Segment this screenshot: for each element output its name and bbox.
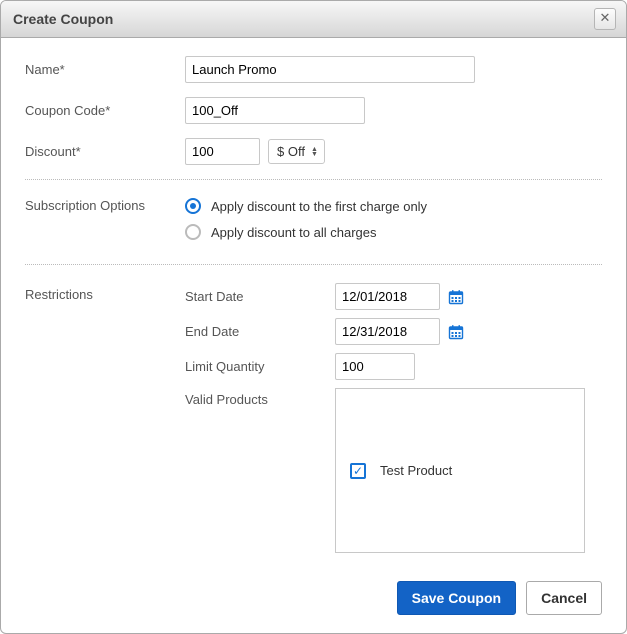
coupon-code-input[interactable] [185, 97, 365, 124]
discount-label: Discount* [25, 144, 185, 159]
apply-all-charges-label: Apply discount to all charges [211, 225, 376, 240]
valid-products-label: Valid Products [185, 388, 335, 407]
end-date-label: End Date [185, 324, 335, 339]
select-arrows-icon: ▲▼ [311, 147, 318, 157]
valid-products-list[interactable]: ✓ Test Product [335, 388, 585, 553]
apply-all-charges-radio[interactable] [185, 224, 201, 240]
name-label: Name* [25, 62, 185, 77]
limit-quantity-label: Limit Quantity [185, 359, 335, 374]
dialog-titlebar: Create Coupon ✕ [1, 1, 626, 38]
start-date-label: Start Date [185, 289, 335, 304]
apply-first-charge-label: Apply discount to the first charge only [211, 199, 427, 214]
list-item: ✓ Test Product [350, 463, 452, 479]
discount-input[interactable] [185, 138, 260, 165]
product-checkbox[interactable]: ✓ [350, 463, 366, 479]
calendar-icon[interactable] [448, 289, 464, 305]
save-coupon-button[interactable]: Save Coupon [397, 581, 516, 615]
create-coupon-dialog: Create Coupon ✕ Name* Coupon Code* Disco… [0, 0, 627, 634]
apply-first-charge-radio[interactable] [185, 198, 201, 214]
discount-type-value: $ Off [277, 144, 305, 159]
cancel-button[interactable]: Cancel [526, 581, 602, 615]
name-input[interactable] [185, 56, 475, 83]
divider [25, 264, 602, 265]
dialog-title: Create Coupon [13, 11, 594, 27]
calendar-icon[interactable] [448, 324, 464, 340]
start-date-input[interactable] [335, 283, 440, 310]
subscription-options-label: Subscription Options [25, 198, 185, 213]
divider [25, 179, 602, 180]
restrictions-label: Restrictions [25, 283, 185, 553]
discount-type-select[interactable]: $ Off ▲▼ [268, 139, 325, 164]
close-icon[interactable]: ✕ [594, 8, 616, 30]
coupon-code-label: Coupon Code* [25, 103, 185, 118]
end-date-input[interactable] [335, 318, 440, 345]
limit-quantity-input[interactable] [335, 353, 415, 380]
product-label: Test Product [380, 463, 452, 478]
